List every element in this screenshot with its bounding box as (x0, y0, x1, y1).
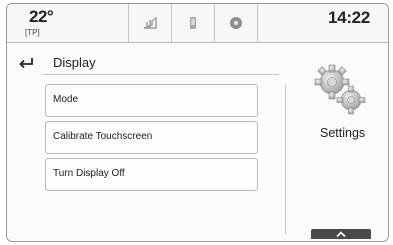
vertical-divider (285, 84, 286, 234)
navigation-icon (230, 17, 242, 29)
title-divider (43, 74, 279, 75)
tab-audio[interactable] (128, 4, 171, 42)
phone-icon (190, 17, 196, 29)
scroll-up-button[interactable] (311, 229, 371, 239)
clock: 14:22 (328, 8, 370, 27)
app-tabs (128, 4, 258, 42)
menu-item-label: Turn Display Off (53, 168, 125, 179)
tab-navigation[interactable] (214, 4, 258, 42)
menu-item-calibrate-touchscreen[interactable]: Calibrate Touchscreen (45, 121, 258, 154)
back-button[interactable] (13, 52, 39, 72)
settings-label[interactable]: Settings (320, 126, 365, 140)
page-title: Display (53, 55, 96, 70)
status-bar: 22° [TP] 14:22 (7, 4, 388, 43)
chevron-up-icon (336, 231, 346, 238)
temperature-mode: [TP] (25, 28, 40, 37)
menu-item-turn-display-off[interactable]: Turn Display Off (45, 158, 258, 191)
menu-item-label: Calibrate Touchscreen (53, 131, 153, 142)
settings-shortcut[interactable] (314, 62, 368, 123)
tab-phone[interactable] (171, 4, 214, 42)
back-arrow-icon (19, 58, 33, 68)
menu-item-label: Mode (53, 94, 79, 105)
temperature[interactable]: 22° (29, 7, 54, 27)
menu-item-mode[interactable]: Mode (45, 84, 258, 117)
display-frame: 22° [TP] 14:22 Display Mode Calibrate To… (6, 3, 389, 242)
audio-icon (143, 16, 157, 29)
gears-icon (314, 64, 366, 115)
